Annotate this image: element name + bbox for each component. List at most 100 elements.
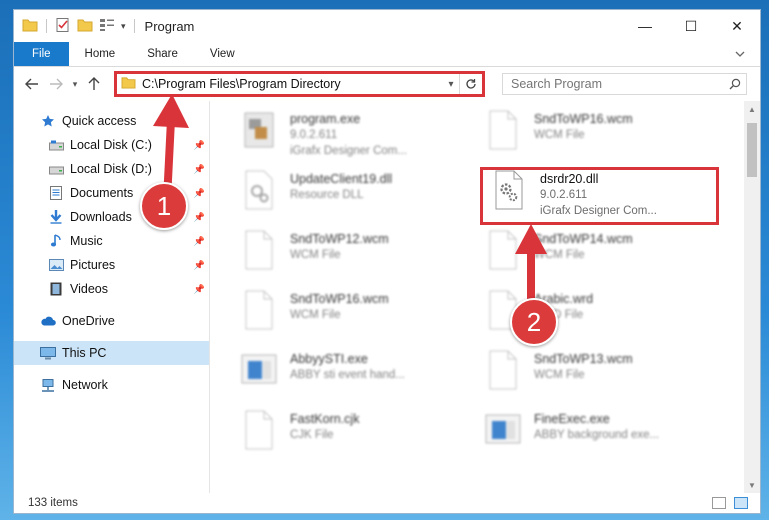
sidebar-item-label: Music xyxy=(70,234,103,248)
maximize-button[interactable]: ☐ xyxy=(668,10,714,42)
file-type: WCM File xyxy=(290,309,341,321)
network-icon xyxy=(40,377,56,393)
file-type: ABBY background exe... xyxy=(534,429,660,441)
tab-file[interactable]: File xyxy=(14,42,69,66)
address-dropdown-icon[interactable]: ▾ xyxy=(443,79,459,90)
file-icon xyxy=(480,349,526,399)
scroll-up-icon[interactable]: ▲ xyxy=(744,101,760,117)
tab-view[interactable]: View xyxy=(194,42,251,66)
view-options-icon[interactable] xyxy=(99,18,115,35)
window-title: Program xyxy=(144,18,195,34)
scroll-down-icon[interactable]: ▼ xyxy=(744,477,760,493)
refresh-button[interactable] xyxy=(459,74,482,94)
file-icon xyxy=(236,229,282,279)
file-description: iGrafx Designer Com... xyxy=(290,145,407,157)
explorer-body: Quick access Local Disk (C:) 📌 Local Dis… xyxy=(14,101,760,493)
file-name: SndToWP13.wcm xyxy=(534,352,633,366)
file-item[interactable]: FastKorn.cjk CJK File xyxy=(236,409,471,467)
view-switcher xyxy=(712,497,760,509)
star-icon xyxy=(40,113,56,129)
videos-icon xyxy=(48,281,64,297)
pin-icon[interactable]: 📌 xyxy=(194,236,205,247)
download-icon xyxy=(48,209,64,225)
forward-button[interactable] xyxy=(44,72,68,96)
chevron-down-icon xyxy=(735,51,745,57)
file-name: SndToWP16.wcm xyxy=(290,292,389,306)
computer-icon xyxy=(40,345,56,361)
sidebar-item-label: Videos xyxy=(70,282,108,296)
documents-icon xyxy=(48,185,64,201)
ribbon-tabs: File Home Share View xyxy=(14,42,760,67)
dll-icon xyxy=(236,169,282,219)
sidebar-item-label: Documents xyxy=(70,186,134,200)
quick-access-toolbar: ▾ xyxy=(14,17,137,36)
sidebar-item-onedrive[interactable]: OneDrive xyxy=(14,309,209,333)
file-item[interactable]: SndToWP16.wcm WCM File xyxy=(480,109,715,167)
file-name: UpdateClient19.dll xyxy=(290,172,393,186)
sidebar-item-this-pc[interactable]: This PC xyxy=(14,341,209,365)
sidebar-item-pictures[interactable]: Pictures 📌 xyxy=(14,253,209,277)
vertical-scrollbar[interactable]: ▲ ▼ xyxy=(744,101,760,493)
sidebar-item-label: Local Disk (D:) xyxy=(70,162,152,176)
details-view-icon[interactable] xyxy=(712,497,726,509)
pin-icon[interactable]: 📌 xyxy=(194,164,205,175)
tab-share[interactable]: Share xyxy=(131,42,194,66)
properties-icon[interactable] xyxy=(55,17,71,36)
file-type: ABBY sti event hand... xyxy=(290,369,405,381)
sidebar-item-network[interactable]: Network xyxy=(14,373,209,397)
minimize-button[interactable]: — xyxy=(622,10,668,42)
pin-icon[interactable]: 📌 xyxy=(194,260,205,271)
search-icon[interactable] xyxy=(724,78,746,90)
file-item[interactable]: program.exe 9.0.2.611 iGrafx Designer Co… xyxy=(236,109,471,167)
tab-home[interactable]: Home xyxy=(69,42,132,66)
up-button[interactable] xyxy=(82,72,106,96)
tiles-view-icon[interactable] xyxy=(734,497,748,509)
folder-icon xyxy=(22,18,38,35)
toolbar-divider xyxy=(46,19,47,33)
sidebar-item-videos[interactable]: Videos 📌 xyxy=(14,277,209,301)
file-item[interactable]: SndToWP13.wcm WCM File xyxy=(480,349,715,407)
file-type: WCM File xyxy=(534,129,585,141)
back-button[interactable] xyxy=(20,72,44,96)
file-icon xyxy=(236,409,282,459)
window-controls: — ☐ ✕ xyxy=(622,10,760,42)
callout-badge-2: 2 xyxy=(510,298,558,346)
file-version: 9.0.2.611 xyxy=(290,129,338,141)
search-input[interactable] xyxy=(503,76,724,92)
scrollbar-thumb[interactable] xyxy=(747,123,757,177)
pin-icon[interactable]: 📌 xyxy=(194,284,205,295)
sidebar-item-music[interactable]: Music 📌 xyxy=(14,229,209,253)
customize-toolbar-icon[interactable]: ▾ xyxy=(121,21,126,32)
pin-icon[interactable]: 📌 xyxy=(194,140,205,151)
pin-icon[interactable]: 📌 xyxy=(194,212,205,223)
expand-ribbon-button[interactable] xyxy=(720,42,760,66)
file-item[interactable]: FineExec.exe ABBY background exe... xyxy=(480,409,715,467)
new-folder-icon[interactable] xyxy=(77,18,93,35)
file-name: program.exe xyxy=(290,112,361,126)
file-list: program.exe 9.0.2.611 iGrafx Designer Co… xyxy=(210,101,760,493)
file-type: CJK File xyxy=(290,429,334,441)
file-icon xyxy=(480,109,526,159)
item-count: 133 items xyxy=(28,497,78,509)
file-type: WCM File xyxy=(290,249,341,261)
file-item[interactable]: UpdateClient19.dll Resource DLL xyxy=(236,169,471,227)
pictures-icon xyxy=(48,257,64,273)
callout-badge-1: 1 xyxy=(140,182,188,230)
file-item[interactable]: AbbyySTI.exe ABBY sti event hand... xyxy=(236,349,471,407)
search-box[interactable] xyxy=(502,73,747,95)
address-row: ▾ C:\Program Files\Program Directory ▾ xyxy=(14,67,760,101)
title-bar: ▾ Program — ☐ ✕ xyxy=(14,10,760,42)
up-arrow-icon xyxy=(88,77,100,90)
sidebar-item-label: OneDrive xyxy=(62,314,115,328)
toolbar-divider xyxy=(133,19,135,33)
file-type: WCM File xyxy=(534,369,585,381)
file-item[interactable]: SndToWP12.wcm WCM File xyxy=(236,229,471,287)
file-name: AbbyySTI.exe xyxy=(290,352,368,366)
pin-icon[interactable]: 📌 xyxy=(194,188,205,199)
recent-locations-button[interactable]: ▾ xyxy=(68,72,82,96)
file-item[interactable]: SndToWP16.wcm WCM File xyxy=(236,289,471,347)
file-type: Resource DLL xyxy=(290,189,364,201)
sidebar-item-label: Pictures xyxy=(70,258,116,272)
close-button[interactable]: ✕ xyxy=(714,10,760,42)
address-path[interactable]: C:\Program Files\Program Directory xyxy=(142,77,443,91)
